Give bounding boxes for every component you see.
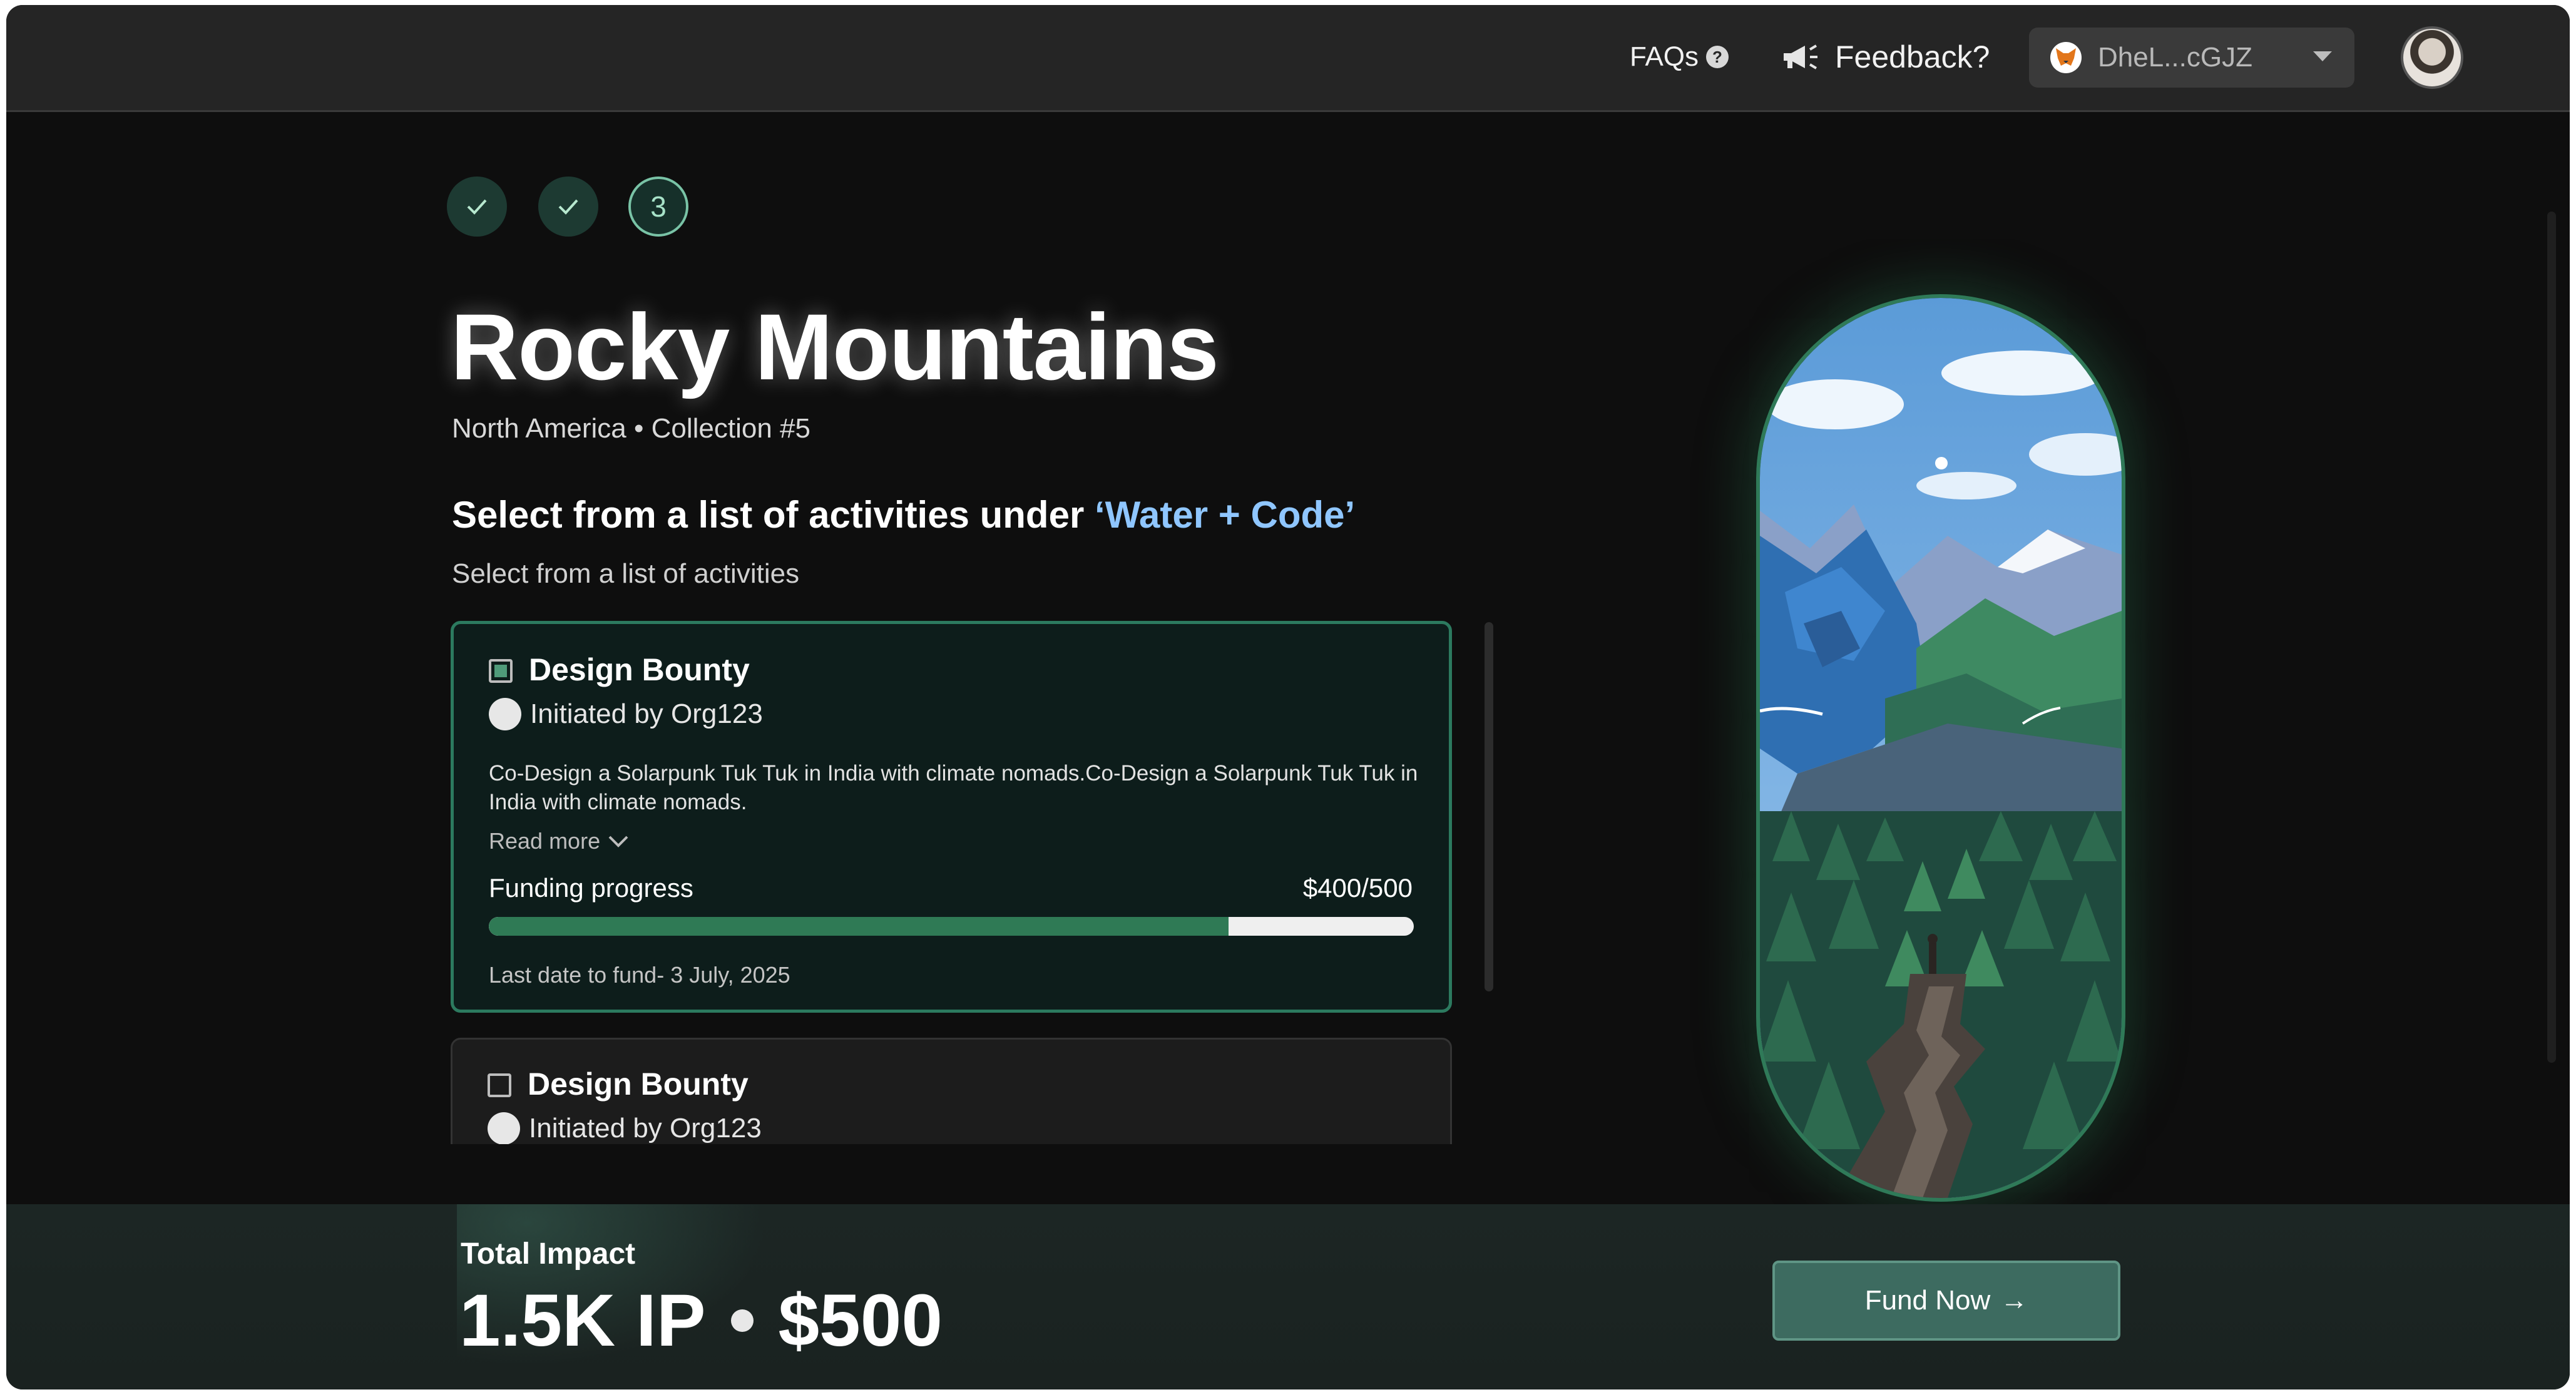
activity-description: Co-Design a Solarpunk Tuk Tuk in India w… — [489, 761, 1418, 814]
initiator-label: Initiated by Org123 — [529, 1113, 762, 1144]
total-impact-value: 1.5K IP $500 — [459, 1278, 943, 1363]
step-1-complete[interactable] — [447, 177, 507, 237]
step-2-complete[interactable] — [538, 177, 598, 237]
bottom-bar: Total Impact 1.5K IP $500 Fund Now → — [6, 1204, 2570, 1389]
category-highlight[interactable]: ‘Water + Code’ — [1095, 494, 1355, 536]
step-3-label: 3 — [650, 190, 667, 223]
initiator-label: Initiated by Org123 — [530, 698, 763, 729]
initiator: Initiated by Org123 — [488, 1112, 762, 1144]
section-heading: Select from a list of activities under ‘… — [452, 493, 1355, 536]
wallet-dropdown[interactable]: DheL...cGJZ — [2029, 28, 2354, 88]
fund-now-label: Fund Now — [1864, 1285, 1991, 1316]
check-icon — [558, 199, 578, 215]
impact-separator — [730, 1309, 754, 1332]
check-icon — [467, 199, 487, 215]
activity-card-selected[interactable]: Design Bounty Initiated by Org123 Co-Des… — [451, 621, 1452, 1013]
initiator: Initiated by Org123 — [489, 698, 763, 730]
chevron-down-icon — [608, 836, 628, 847]
page-title: Rocky Mountains — [451, 294, 1219, 399]
chevron-down-icon — [2313, 51, 2332, 61]
checkbox-fill — [494, 665, 507, 677]
impact-points: 1.5K IP — [459, 1279, 706, 1362]
impact-amount: $500 — [778, 1279, 943, 1362]
read-more-label: Read more — [489, 828, 601, 854]
megaphone-icon — [1784, 44, 1817, 69]
app-window: FAQs ? Feedback? DheL...cGJZ 3 Rocky Mou… — [6, 5, 2570, 1389]
top-bar: FAQs ? Feedback? DheL...cGJZ — [6, 5, 2570, 112]
activity-list[interactable]: Design Bounty Initiated by Org123 Co-Des… — [451, 615, 1459, 1144]
avatar[interactable] — [2401, 26, 2463, 89]
activity-title: Design Bounty — [529, 652, 750, 687]
total-impact-label: Total Impact — [461, 1237, 636, 1271]
activity-checkbox[interactable] — [488, 1073, 511, 1097]
faqs-link[interactable]: FAQs ? — [1630, 41, 1730, 73]
heading-prefix: Select from a list of activities under — [452, 494, 1095, 536]
activity-card[interactable]: Design Bounty Initiated by Org123 — [451, 1038, 1452, 1144]
section-subheading: Select from a list of activities — [452, 558, 800, 589]
activity-checkbox[interactable] — [489, 659, 513, 683]
funding-progress-bar — [489, 917, 1414, 936]
mountain-forest-image — [1760, 298, 2122, 1198]
wallet-address: DheL...cGJZ — [2098, 42, 2252, 73]
faqs-label: FAQs — [1630, 41, 1699, 72]
funding-label: Funding progress — [489, 873, 693, 903]
help-circle-icon: ? — [1706, 46, 1729, 68]
funding-amount: $400/500 — [1302, 873, 1413, 903]
feedback-label: Feedback? — [1835, 39, 1990, 74]
step-3-current[interactable]: 3 — [628, 177, 688, 237]
collection-illustration — [1756, 294, 2125, 1202]
activity-title: Design Bounty — [528, 1067, 749, 1102]
funding-progress-fill — [489, 917, 1229, 936]
page-subtitle: North America • Collection #5 — [452, 413, 810, 444]
list-scrollbar[interactable] — [1485, 622, 1493, 991]
org-avatar — [489, 698, 521, 730]
feedback-link[interactable]: Feedback? — [1781, 39, 1990, 75]
metamask-fox-icon — [2050, 42, 2082, 73]
page-scrollbar[interactable] — [2547, 212, 2556, 1063]
svg-text:?: ? — [1712, 48, 1722, 66]
funding-deadline: Last date to fund- 3 July, 2025 — [489, 962, 790, 988]
org-avatar — [488, 1112, 520, 1144]
arrow-right-icon: → — [2000, 1285, 2028, 1316]
read-more-link[interactable]: Read more — [489, 828, 629, 854]
fund-now-button[interactable]: Fund Now → — [1772, 1261, 2120, 1341]
